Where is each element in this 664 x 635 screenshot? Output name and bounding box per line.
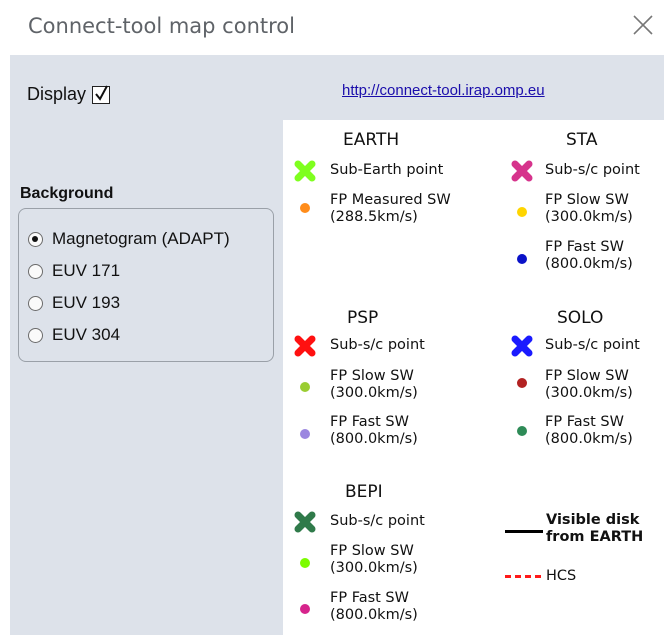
psp-title: PSP [347,308,379,328]
window-title: Connect-tool map control [28,14,295,38]
solo-fast-label-1: FP Fast SW [545,414,624,430]
radio-magnetogram[interactable]: Magnetogram (ADAPT) [28,229,230,249]
bepi-slow-dot-icon [300,558,310,568]
bepi-fast-label-2: (800.0km/s) [330,607,418,623]
radio-euv-193[interactable]: EUV 193 [28,293,120,313]
radio-button-selected[interactable] [28,231,43,247]
psp-slow-label-1: FP Slow SW [330,368,414,384]
earth-sub-point-icon [294,160,316,182]
psp-slow-dot-icon [300,382,310,392]
earth-measured-label-2: (288.5km/s) [330,209,418,225]
radio-euv-171[interactable]: EUV 171 [28,261,120,281]
website-link[interactable]: http://connect-tool.irap.omp.eu [342,82,545,99]
radio-button[interactable] [28,295,43,311]
solo-sub-point-label: Sub-s/c point [545,337,640,353]
background-label: Background [20,185,114,202]
hcs-label: HCS [546,568,577,584]
radio-label: Magnetogram (ADAPT) [52,229,230,248]
display-checkbox[interactable] [92,85,111,104]
bepi-title: BEPI [345,482,383,502]
bepi-slow-label-2: (300.0km/s) [330,560,418,576]
radio-label: EUV 171 [52,261,121,280]
earth-sub-point-label: Sub-Earth point [330,162,444,178]
earth-measured-dot-icon [300,203,310,213]
hcs-dashed-line-icon [505,575,541,578]
solo-slow-label-1: FP Slow SW [545,368,629,384]
psp-slow-label-2: (300.0km/s) [330,385,418,401]
solo-title: SOLO [557,308,604,328]
sta-sub-point-icon [511,160,533,182]
solo-sub-point-icon [511,335,533,357]
sta-title: STA [566,130,598,150]
bepi-fast-dot-icon [300,604,310,614]
bepi-sub-point-label: Sub-s/c point [330,513,425,529]
psp-fast-label-1: FP Fast SW [330,414,409,430]
sta-sub-point-label: Sub-s/c point [545,162,640,178]
earth-measured-label-1: FP Measured SW [330,192,451,208]
visible-disk-label-1: Visible disk [546,512,640,528]
radio-button[interactable] [28,263,43,279]
solo-fast-label-2: (800.0km/s) [545,431,633,447]
visible-disk-line-icon [505,530,543,533]
bepi-slow-label-1: FP Slow SW [330,543,414,559]
sta-fast-label-1: FP Fast SW [545,239,624,255]
solo-slow-label-2: (300.0km/s) [545,385,633,401]
psp-sub-point-icon [294,335,316,357]
legend-panel: EARTH Sub-Earth point FP Measured SW (28… [283,120,664,635]
radio-label: EUV 304 [52,325,121,344]
title-bar: Connect-tool map control [0,0,664,55]
visible-disk-label-2: from EARTH [546,529,644,545]
radio-label: EUV 193 [52,293,121,312]
sta-slow-label-1: FP Slow SW [545,192,629,208]
radio-euv-304[interactable]: EUV 304 [28,325,120,345]
close-icon[interactable] [632,14,654,36]
solo-fast-dot-icon [517,426,527,436]
psp-fast-dot-icon [300,429,310,439]
display-label: Display [27,84,87,104]
solo-slow-dot-icon [517,378,527,388]
sta-fast-label-2: (800.0km/s) [545,256,633,272]
bepi-fast-label-1: FP Fast SW [330,590,409,606]
psp-fast-label-2: (800.0km/s) [330,431,418,447]
sta-slow-label-2: (300.0km/s) [545,209,633,225]
bepi-sub-point-icon [294,511,316,533]
display-toggle[interactable]: Display [27,84,111,105]
sta-fast-dot-icon [517,254,527,264]
sta-slow-dot-icon [517,207,527,217]
radio-button[interactable] [28,327,43,343]
earth-title: EARTH [343,130,400,150]
psp-sub-point-label: Sub-s/c point [330,337,425,353]
